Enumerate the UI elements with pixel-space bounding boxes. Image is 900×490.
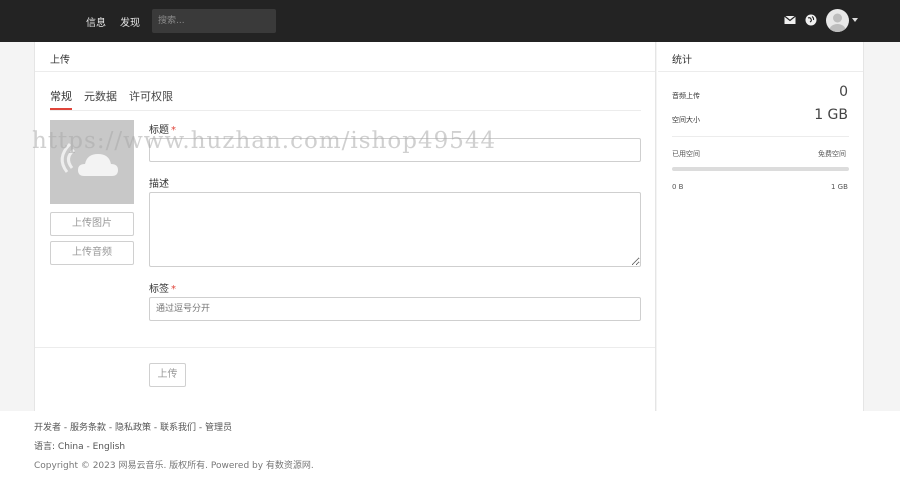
divider <box>672 136 849 137</box>
footer-link-terms[interactable]: 服务条款 <box>70 423 106 433</box>
required-marker: * <box>171 125 176 136</box>
footer-link-contact[interactable]: 联系我们 <box>160 423 196 433</box>
footer-link-developers[interactable]: 开发者 <box>34 423 61 433</box>
mail-icon[interactable] <box>784 14 796 26</box>
form-footer-divider <box>35 347 655 348</box>
progress-max-label: 1 GB <box>831 183 848 191</box>
chevron-down-icon[interactable] <box>852 18 858 22</box>
footer-links: 开发者 - 服务条款 - 隐私政策 - 联系我们 - 管理员 <box>34 423 233 433</box>
footer-link-privacy[interactable]: 隐私政策 <box>115 423 151 433</box>
language-china[interactable]: China <box>58 442 84 452</box>
space-size-value: 1 GB <box>814 107 848 123</box>
songs-uploaded-value: 0 <box>839 84 848 100</box>
tags-input[interactable] <box>149 297 641 321</box>
tabs-divider <box>50 110 641 111</box>
divider <box>658 71 863 72</box>
title-input[interactable] <box>149 138 641 162</box>
required-marker: * <box>171 284 176 295</box>
divider <box>35 71 655 72</box>
footer-copyright: Copyright © 2023 网易云音乐. 版权所有. Powered by… <box>34 461 314 471</box>
nav-discover[interactable]: 发现 <box>120 14 140 29</box>
cover-art-placeholder[interactable] <box>50 120 134 204</box>
title-field-label: 标题 * <box>149 125 176 136</box>
upload-panel-title: 上传 <box>50 55 70 66</box>
used-space-label: 已用空间 <box>672 150 700 158</box>
upload-image-button[interactable]: 上传图片 <box>50 212 134 236</box>
free-space-label: 免费空间 <box>818 150 846 158</box>
progress-min-label: 0 B <box>672 183 684 191</box>
description-textarea[interactable] <box>149 192 641 267</box>
cloud-icon <box>60 142 118 176</box>
nav-messages[interactable]: 信息 <box>86 14 106 29</box>
avatar-silhouette-icon <box>829 13 846 32</box>
submit-upload-button[interactable]: 上传 <box>149 363 186 387</box>
space-size-label: 空间大小 <box>672 116 700 124</box>
footer-link-admin[interactable]: 管理员 <box>205 423 232 433</box>
stats-panel-title: 统计 <box>672 55 692 66</box>
storage-progress-bar <box>672 167 849 171</box>
globe-icon[interactable] <box>805 14 817 26</box>
tags-field-label: 标签 * <box>149 284 176 295</box>
language-english[interactable]: English <box>93 442 126 452</box>
search-input[interactable] <box>152 9 276 33</box>
description-field-label: 描述 <box>149 179 169 190</box>
top-navbar: 信息 发现 <box>0 0 900 42</box>
upload-audio-button[interactable]: 上传音频 <box>50 241 134 265</box>
tab-permissions[interactable]: 许可权限 <box>129 88 173 104</box>
songs-uploaded-label: 音频上传 <box>672 92 700 100</box>
tab-metadata[interactable]: 元数据 <box>84 88 117 104</box>
user-avatar[interactable] <box>826 9 849 32</box>
language-label: 语言: <box>34 442 56 452</box>
footer-language: 语言: China - English <box>34 442 126 452</box>
tab-general[interactable]: 常规 <box>50 88 72 104</box>
